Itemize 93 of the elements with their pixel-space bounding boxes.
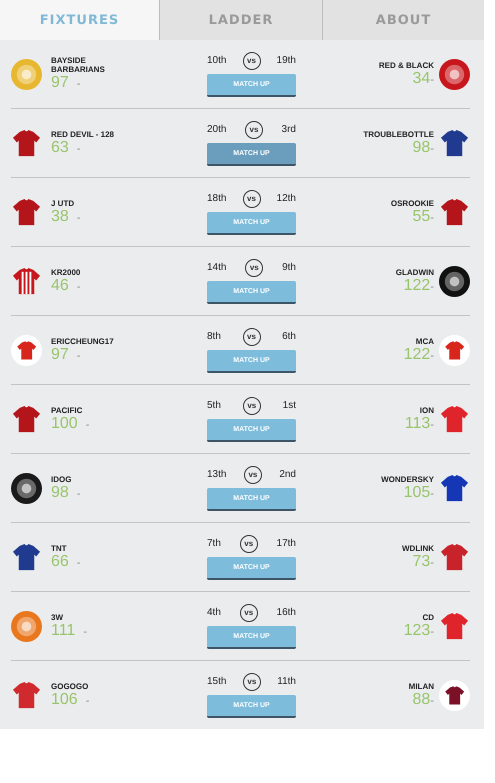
ladder-rank: 2nd	[279, 469, 296, 480]
score-dash: -	[76, 78, 80, 90]
score-dash: -	[86, 418, 90, 430]
team-name: ION	[420, 406, 434, 414]
score-dash: -	[430, 212, 434, 224]
team-score: 63	[51, 138, 69, 156]
ladder-rank: 4th	[207, 607, 221, 618]
team-score: 122	[404, 276, 430, 294]
team-name: ERICCHEUNG17	[51, 336, 114, 346]
team-score: 73	[412, 552, 430, 570]
team-name: GLADWIN	[396, 268, 434, 276]
team-name: PACIFIC	[51, 406, 84, 414]
team-score: 55	[412, 208, 430, 226]
team-score: 97	[51, 74, 69, 92]
team-score: 46	[51, 276, 69, 294]
ladder-rank: 12th	[276, 193, 296, 204]
team-score: 123	[404, 622, 430, 640]
ladder-rank: 1st	[282, 400, 296, 411]
team-name: MILAN	[408, 682, 434, 690]
team-score: 122	[404, 346, 430, 364]
score-dash: -	[430, 142, 434, 154]
vs-badge: vs	[242, 190, 260, 208]
vs-badge: vs	[240, 534, 258, 552]
score-dash: -	[430, 74, 434, 86]
score-dash: -	[430, 694, 434, 706]
team-name: BAYSIDE BARBARIANS	[51, 56, 106, 74]
team-name: TNT	[51, 544, 68, 552]
team-name: IDOG	[51, 474, 72, 484]
ladder-rank: 9th	[282, 262, 296, 273]
score-dash: -	[430, 626, 434, 638]
score-dash: -	[430, 488, 434, 500]
team-score: 66	[51, 552, 69, 570]
team-name: RED & BLACK	[378, 60, 434, 70]
score-dash: -	[430, 556, 434, 568]
score-dash: -	[76, 280, 80, 292]
team-score: 98	[412, 138, 430, 156]
vs-badge: vs	[242, 52, 260, 70]
ladder-rank: 14th	[207, 262, 226, 273]
score-dash: -	[76, 556, 80, 568]
vs-badge: vs	[242, 672, 261, 690]
team-name: WONDERSKY	[381, 474, 434, 484]
team-score: 106	[51, 690, 78, 708]
vs-badge: vs	[242, 396, 261, 414]
tab[interactable]: ABOUT	[322, 0, 484, 40]
ladder-rank: 16th	[276, 607, 296, 618]
vs-badge: vs	[242, 328, 260, 346]
team-name: WDLINK	[402, 544, 434, 552]
team-name: MCA	[416, 336, 434, 346]
vs-badge: vs	[244, 466, 262, 484]
team-name: OSROOKIE	[390, 198, 434, 208]
team-score: 98	[51, 484, 69, 502]
ladder-rank: 18th	[207, 193, 226, 204]
ladder-rank: 20th	[207, 124, 226, 135]
team-score: 97	[51, 346, 69, 364]
ladder-rank: 13th	[207, 469, 226, 480]
team-score: 111	[51, 622, 76, 640]
team-score: 100	[51, 414, 78, 432]
tab[interactable]: LADDER	[159, 0, 322, 40]
team-score: 113	[404, 414, 430, 432]
ladder-rank: 15th	[207, 676, 226, 687]
ladder-rank: 11th	[277, 676, 296, 687]
score-dash: -	[76, 350, 80, 362]
team-score: 38	[51, 208, 69, 226]
team-name: KR2000	[51, 268, 80, 276]
tab[interactable]: FIXTURES	[0, 0, 159, 40]
ladder-rank: 3rd	[282, 124, 296, 135]
ladder-rank: 5th	[207, 400, 221, 411]
team-name: J UTD	[51, 198, 76, 208]
ladder-rank: 6th	[282, 331, 296, 342]
score-dash: -	[83, 626, 87, 638]
team-score: 88	[412, 690, 430, 708]
score-dash: -	[430, 350, 434, 362]
ladder-rank: 19th	[276, 55, 296, 66]
team-score: 105	[404, 484, 430, 502]
ladder-rank: 17th	[276, 538, 296, 549]
score-dash: -	[430, 418, 434, 430]
score-dash: -	[76, 488, 80, 500]
score-dash: -	[76, 142, 80, 154]
score-dash: -	[86, 694, 90, 706]
team-name: CD	[422, 612, 434, 622]
team-name: 3W	[51, 612, 64, 622]
vs-badge: vs	[245, 258, 264, 276]
vs-badge: vs	[245, 120, 263, 138]
vs-badge: vs	[240, 604, 258, 622]
ladder-rank: 7th	[207, 538, 221, 549]
team-name: TROUBLEBOTTLE	[363, 130, 434, 138]
team-score: 34	[412, 70, 430, 88]
score-dash: -	[76, 212, 80, 224]
team-name: GOGOGO	[51, 682, 90, 690]
ladder-rank: 8th	[207, 331, 221, 342]
team-name: RED DEVIL - 128	[51, 130, 114, 138]
score-dash: -	[430, 280, 434, 292]
ladder-rank: 10th	[207, 55, 226, 66]
